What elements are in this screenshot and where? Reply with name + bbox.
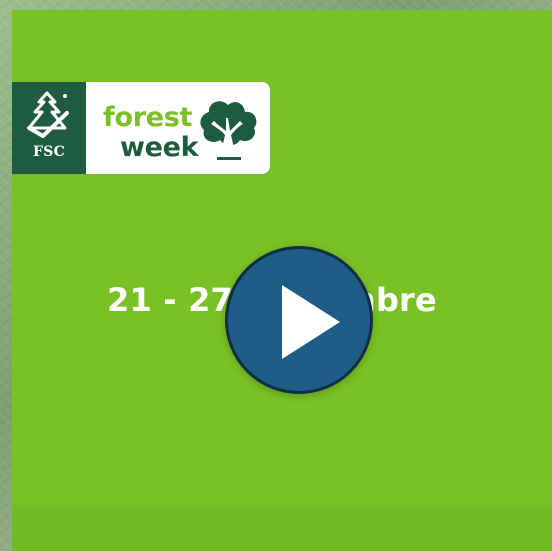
tree-icon — [200, 101, 257, 160]
fsc-label: FSC — [32, 144, 66, 160]
week-word: week — [120, 132, 199, 163]
fsc-logo-block: FSC — [12, 82, 86, 174]
video-preview[interactable]: FSC forest week 21 - 27 Settembre — [12, 10, 552, 551]
forest-week-logo: FSC forest week — [12, 82, 270, 174]
forest-word: forest — [103, 102, 193, 133]
fsc-tree-check-icon — [27, 91, 69, 138]
page-background: FSC forest week 21 - 27 Settembre — [0, 0, 552, 551]
play-icon — [282, 285, 340, 359]
play-button[interactable] — [225, 246, 373, 394]
